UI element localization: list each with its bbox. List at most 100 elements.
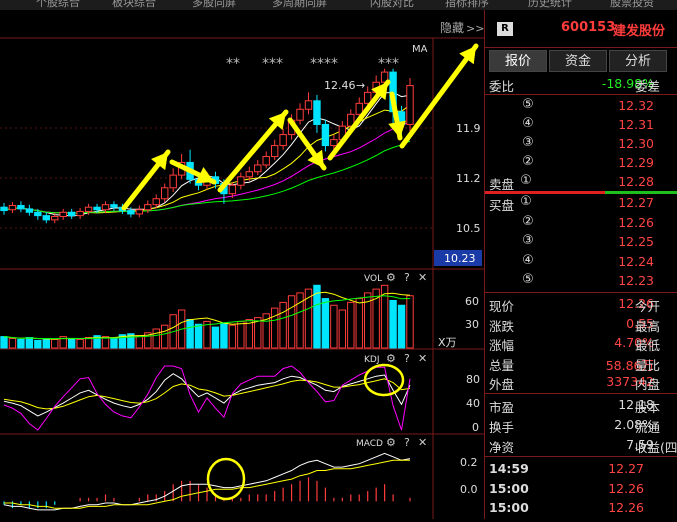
ask-level-icon: ②	[522, 154, 534, 169]
stat-label: 市盈	[489, 400, 515, 415]
nav-item-sector-overview[interactable]: 板块综合	[112, 0, 156, 10]
kdj-help-icon[interactable]: ?	[404, 352, 410, 365]
hide-button[interactable]: 隐藏	[440, 21, 464, 35]
macd-gear-icon[interactable]: ⚙	[386, 436, 396, 449]
volume-bar	[406, 295, 414, 349]
stat-label: 涨幅	[489, 338, 515, 353]
nav-item-compare[interactable]: 闪股对比	[370, 0, 414, 10]
ask-level-icon: ①	[520, 173, 532, 188]
ma-label: MA	[412, 44, 428, 55]
volume-bar	[51, 338, 59, 349]
candle-body	[42, 215, 50, 221]
r-badge: R	[497, 22, 513, 36]
tab-funds[interactable]: 资金	[549, 50, 607, 72]
ask-row: ⑤ 12.32	[485, 96, 677, 116]
tab-quote[interactable]: 报价	[489, 50, 547, 72]
bid-price[interactable]: 12.23	[618, 273, 654, 288]
bid-level-icon: ③	[522, 233, 534, 248]
tick-row: 15:00 12.26	[485, 479, 677, 499]
nav-item-indicator-sort[interactable]: 指标排序	[445, 0, 489, 10]
vol-gear-icon[interactable]: ⚙	[386, 271, 396, 284]
nav-item-multi-period[interactable]: 多周期同屏	[272, 0, 327, 10]
volume-bar	[220, 322, 228, 349]
vol-panel-label: VOL	[364, 274, 382, 284]
stat-label: 涨跌	[489, 318, 515, 334]
kline-chart[interactable]: 隐藏 >> MA 11.9 11.2 10.5 10.23 ** *** ***…	[0, 10, 484, 519]
volume-bar	[279, 301, 287, 349]
volume-bar	[186, 319, 194, 349]
volume-bar	[228, 324, 237, 349]
bid-price[interactable]: 12.24	[618, 254, 654, 269]
candle-body	[17, 205, 25, 210]
vol-close-icon[interactable]: ✕	[418, 271, 427, 284]
top-nav-bar: 个股综合 板块综合 多股同屏 多周期同屏 闪股对比 指标排序 历史统计 股票投资	[0, 0, 677, 10]
app-window: 个股综合 板块综合 多股同屏 多周期同屏 闪股对比 指标排序 历史统计 股票投资…	[0, 0, 677, 519]
nav-item-history[interactable]: 历史统计	[528, 0, 572, 10]
candle-body	[161, 187, 169, 200]
nav-item-multi-stock[interactable]: 多股同屏	[192, 0, 236, 10]
tab-analysis[interactable]: 分析	[609, 50, 667, 72]
volume-bar	[152, 328, 160, 349]
candle-body	[330, 139, 338, 147]
stat-right-label: 收益(四	[635, 440, 677, 455]
candle-body	[313, 100, 321, 125]
candle-body	[270, 145, 279, 158]
weibi-row: 委比 -18.98% 委差	[485, 74, 677, 94]
ask-price[interactable]: 12.30	[618, 136, 654, 151]
macd-close-icon[interactable]: ✕	[418, 436, 427, 449]
tick-time: 14:59	[489, 461, 529, 476]
ask-price[interactable]: 12.32	[618, 98, 654, 113]
candle-body	[110, 204, 118, 208]
ask-price[interactable]: 12.28	[618, 174, 654, 189]
volume-bar	[194, 323, 203, 349]
candle-body	[67, 211, 76, 217]
bid-price[interactable]: 12.25	[618, 234, 654, 249]
ask-level-icon: ④	[522, 116, 534, 131]
macd-tick-1: 0.2	[460, 456, 478, 469]
ask-price[interactable]: 12.29	[618, 155, 654, 170]
kdj-tick-3: 0	[472, 421, 479, 434]
bid-price[interactable]: 12.26	[618, 215, 654, 230]
bid-row: ② 12.26	[485, 213, 677, 233]
stock-code: 600153	[561, 20, 616, 35]
volume-bar	[34, 339, 42, 349]
kdj-gear-icon[interactable]: ⚙	[386, 352, 396, 365]
stock-name: 建发股份	[613, 24, 666, 39]
stat-right-label: 内盘	[635, 377, 661, 392]
bid-price[interactable]: 12.27	[618, 195, 654, 210]
chart-area: 隐藏 >> MA 11.9 11.2 10.5 10.23 ** *** ***…	[0, 10, 484, 519]
bid-row: ③ 12.25	[485, 232, 677, 252]
volume-bar	[17, 338, 25, 349]
volume-bar	[355, 298, 363, 349]
quote-tabs: 报价 资金 分析	[485, 50, 677, 72]
volume-bar	[135, 335, 144, 349]
price-high-label: 12.46	[324, 79, 356, 92]
macd-help-icon[interactable]: ?	[404, 436, 410, 449]
double-chevron-right-icon[interactable]: >>	[466, 22, 484, 35]
stat-label: 换手	[489, 420, 515, 435]
volume-bar	[67, 338, 76, 349]
candle-body	[321, 123, 330, 147]
stat-right-label: 流通	[635, 420, 661, 435]
candle-body	[228, 184, 237, 195]
kdj-close-icon[interactable]: ✕	[418, 352, 427, 365]
candle-body	[135, 209, 144, 215]
nav-item-stock-overview[interactable]: 个股综合	[36, 0, 80, 10]
bid-row: ④ 12.24	[485, 252, 677, 272]
buy-label: 买盘	[489, 198, 515, 213]
star-group-4: ***	[378, 56, 399, 72]
candle-body	[245, 171, 253, 178]
stat-row: 涨跌 0.55 最高	[485, 314, 677, 334]
volume-bar	[161, 324, 169, 349]
kdj-panel-label: KDJ	[364, 355, 380, 365]
candle-body	[93, 206, 101, 211]
tick-row: 15:00 12.26	[485, 498, 677, 518]
nav-item-investment[interactable]: 股票投资	[610, 0, 654, 10]
stat-right-label: 量比	[635, 357, 661, 373]
ask-price[interactable]: 12.31	[618, 117, 654, 132]
candle-body	[127, 210, 135, 215]
candle-body	[0, 206, 8, 212]
volume-bar	[372, 288, 380, 349]
quote-panel: R 600153 建发股份 报价 资金 分析 委比 -18.98% 委差 ⑤ 12…	[484, 10, 677, 519]
vol-help-icon[interactable]: ?	[404, 271, 410, 284]
